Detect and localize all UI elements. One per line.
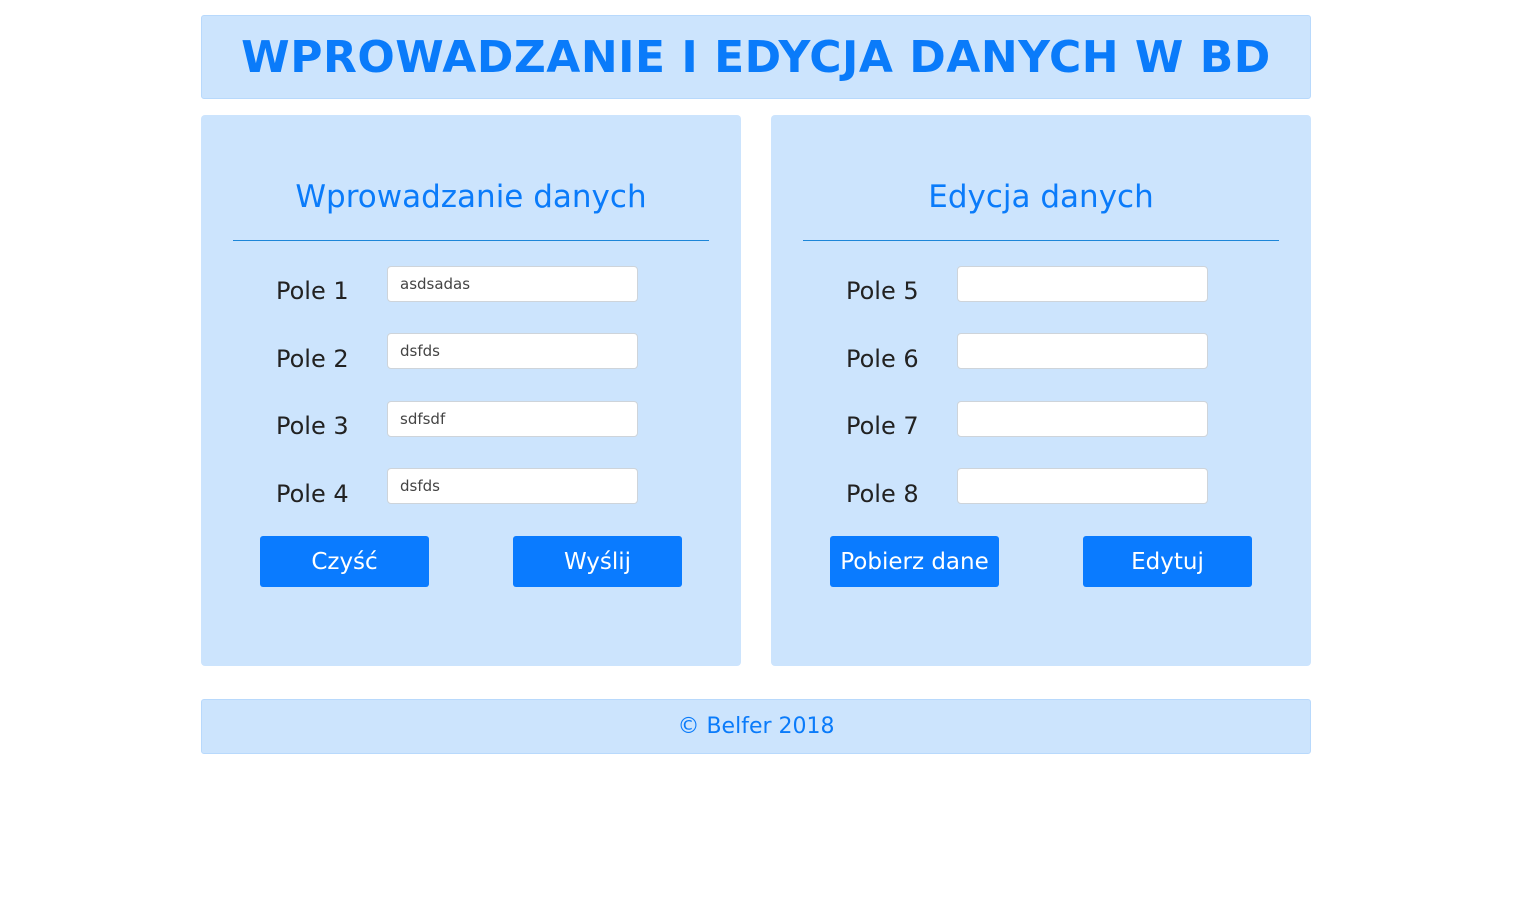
field-label-pole-4: Pole 4	[276, 480, 349, 508]
pole-4-input[interactable]	[387, 468, 638, 504]
data-entry-panel: Wprowadzanie danych Pole 1 Pole 2 Pole 3…	[201, 115, 741, 666]
pole-1-input[interactable]	[387, 266, 638, 302]
data-edit-panel: Edycja danych Pole 5 Pole 6 Pole 7 Pole …	[771, 115, 1311, 666]
field-label-pole-5: Pole 5	[846, 277, 919, 305]
pole-7-input[interactable]	[957, 401, 1208, 437]
page-header: WPROWADZANIE I EDYCJA DANYCH W BD	[201, 15, 1311, 99]
pole-2-input[interactable]	[387, 333, 638, 369]
field-label-pole-7: Pole 7	[846, 412, 919, 440]
data-entry-divider	[233, 240, 709, 241]
field-label-pole-1: Pole 1	[276, 277, 349, 305]
edit-button[interactable]: Edytuj	[1083, 536, 1252, 587]
data-edit-title: Edycja danych	[928, 179, 1154, 215]
clear-button[interactable]: Czyść	[260, 536, 429, 587]
send-button[interactable]: Wyślij	[513, 536, 682, 587]
pole-3-input[interactable]	[387, 401, 638, 437]
data-entry-title: Wprowadzanie danych	[295, 179, 647, 215]
fetch-data-button[interactable]: Pobierz dane	[830, 536, 999, 587]
pole-8-input[interactable]	[957, 468, 1208, 504]
page-title: WPROWADZANIE I EDYCJA DANYCH W BD	[241, 31, 1271, 83]
field-label-pole-3: Pole 3	[276, 412, 349, 440]
pole-6-input[interactable]	[957, 333, 1208, 369]
pole-5-input[interactable]	[957, 266, 1208, 302]
field-label-pole-2: Pole 2	[276, 345, 349, 373]
field-label-pole-6: Pole 6	[846, 345, 919, 373]
data-edit-divider	[803, 240, 1279, 241]
footer-copyright: © Belfer 2018	[677, 714, 835, 739]
page-footer: © Belfer 2018	[201, 699, 1311, 754]
field-label-pole-8: Pole 8	[846, 480, 919, 508]
